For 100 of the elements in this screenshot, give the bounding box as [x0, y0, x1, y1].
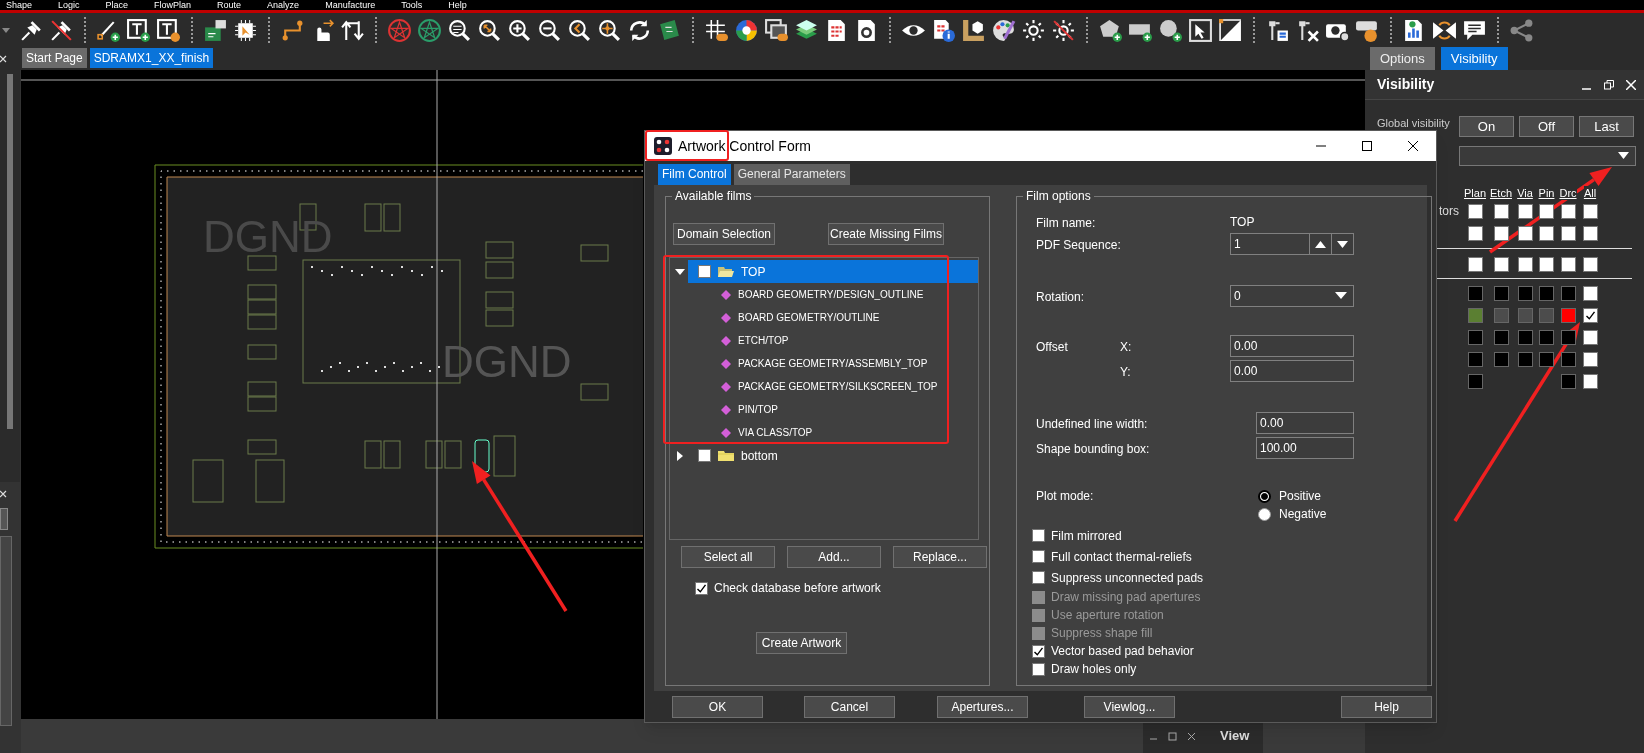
- share-icon[interactable]: [1509, 17, 1534, 43]
- input-field[interactable]: 0.00: [1230, 335, 1354, 357]
- ruler-cube-icon[interactable]: [961, 17, 986, 43]
- checkbox[interactable]: [1032, 644, 1045, 658]
- color-swatch[interactable]: [1493, 307, 1509, 323]
- button[interactable]: Domain Selection: [673, 223, 775, 245]
- button[interactable]: Create Artwork: [756, 632, 847, 654]
- checkbox[interactable]: [1467, 225, 1483, 241]
- button[interactable]: Create Missing Films: [828, 223, 944, 245]
- tree-item[interactable]: bottom: [688, 444, 978, 467]
- sun-icon[interactable]: [1021, 17, 1046, 43]
- checkbox[interactable]: [1582, 225, 1598, 241]
- color-wheel-icon[interactable]: [734, 17, 759, 43]
- button[interactable]: Apertures...: [937, 696, 1028, 718]
- board-chip-icon[interactable]: [203, 17, 228, 43]
- tree-item[interactable]: PACKAGE GEOMETRY/SILKSCREEN_TOP: [670, 375, 978, 398]
- menu-item[interactable]: Shape: [6, 0, 33, 10]
- dropdown[interactable]: [1459, 146, 1636, 166]
- checkbox[interactable]: [1493, 203, 1509, 219]
- menu-item[interactable]: FlowPlan: [154, 0, 192, 10]
- color-swatch[interactable]: [1467, 329, 1483, 345]
- color-swatch[interactable]: [1493, 329, 1509, 345]
- color-swatch[interactable]: [1539, 351, 1554, 367]
- checkbox[interactable]: [1032, 550, 1045, 563]
- checkbox[interactable]: [1467, 203, 1483, 219]
- color-swatch[interactable]: [1560, 307, 1576, 323]
- color-swatch[interactable]: [1493, 285, 1509, 301]
- button[interactable]: Last: [1579, 116, 1634, 137]
- color-swatch[interactable]: [1493, 351, 1509, 367]
- color-swatch[interactable]: [1517, 329, 1533, 345]
- button[interactable]: Select all: [681, 546, 775, 568]
- checkbox[interactable]: [1539, 225, 1554, 241]
- circle-add-icon[interactable]: [1158, 17, 1183, 43]
- button[interactable]: Replace...: [893, 546, 987, 568]
- board-icon[interactable]: [657, 17, 682, 43]
- zoom-out-icon[interactable]: [537, 17, 562, 43]
- color-swatch[interactable]: [1539, 307, 1554, 323]
- color-swatch[interactable]: [1560, 373, 1576, 389]
- checkbox[interactable]: [1539, 203, 1554, 219]
- checkbox[interactable]: [698, 265, 711, 278]
- checkbox[interactable]: [1582, 329, 1598, 345]
- menu-item[interactable]: Manufacture: [325, 0, 376, 10]
- cursor-box-icon[interactable]: [1188, 17, 1213, 43]
- color-swatch[interactable]: [1517, 351, 1533, 367]
- color-swatch[interactable]: [1467, 351, 1483, 367]
- star-circle-icon[interactable]: [387, 17, 412, 43]
- star-circle-icon[interactable]: [417, 17, 442, 43]
- checkbox[interactable]: [1493, 256, 1509, 272]
- tree-item[interactable]: BOARD GEOMETRY/OUTLINE: [670, 306, 978, 329]
- tab[interactable]: General Parameters: [733, 164, 850, 185]
- checkbox[interactable]: [1582, 203, 1598, 219]
- palette-icon[interactable]: [991, 17, 1016, 43]
- tab[interactable]: Options: [1370, 47, 1435, 70]
- checkbox[interactable]: [1560, 225, 1576, 241]
- color-swatch[interactable]: [1539, 329, 1554, 345]
- zoom-previous-icon[interactable]: [567, 17, 592, 43]
- restore-icon[interactable]: [1604, 79, 1614, 90]
- tree-item[interactable]: PACKAGE GEOMETRY/ASSEMBLY_TOP: [670, 352, 978, 375]
- tab[interactable]: Visibility: [1440, 47, 1508, 70]
- checkbox[interactable]: [1582, 285, 1598, 301]
- color-swatch[interactable]: [1560, 285, 1576, 301]
- zoom-in-icon[interactable]: [507, 17, 532, 43]
- color-swatch[interactable]: [1560, 351, 1576, 367]
- tab[interactable]: Start Page: [22, 48, 87, 68]
- button[interactable]: Cancel: [804, 696, 895, 718]
- text-edit-icon[interactable]: [156, 17, 181, 43]
- checkbox[interactable]: [1517, 203, 1533, 219]
- grid-icon[interactable]: [704, 17, 729, 43]
- menu-item[interactable]: Route: [217, 0, 242, 10]
- checkbox[interactable]: [1560, 256, 1576, 272]
- menu-item[interactable]: Help: [448, 0, 467, 10]
- scrollbar[interactable]: [7, 74, 13, 429]
- button[interactable]: On: [1459, 116, 1514, 137]
- menu-item[interactable]: Logic: [58, 0, 80, 10]
- checkbox[interactable]: [1582, 307, 1598, 323]
- spin-field[interactable]: 1: [1230, 233, 1354, 255]
- checkbox[interactable]: [1517, 256, 1533, 272]
- checkbox[interactable]: [1493, 225, 1509, 241]
- caret-icon[interactable]: [2, 26, 10, 34]
- close-icon[interactable]: [1187, 731, 1196, 741]
- zoom-center-icon[interactable]: [597, 17, 622, 43]
- color-swatch[interactable]: [1539, 285, 1554, 301]
- radio-button[interactable]: [1258, 507, 1271, 521]
- checkbox[interactable]: [1582, 256, 1598, 272]
- pentagon-add-icon[interactable]: [1098, 17, 1123, 43]
- checkbox[interactable]: [1539, 256, 1554, 272]
- tree-item[interactable]: PIN/TOP: [670, 398, 978, 421]
- checkbox[interactable]: [695, 581, 708, 595]
- checkbox[interactable]: [1032, 529, 1045, 542]
- color-swatch[interactable]: [1517, 307, 1533, 323]
- zoom-fit-icon[interactable]: [477, 17, 502, 43]
- tab[interactable]: Film Control: [658, 164, 731, 185]
- checkbox[interactable]: [1582, 373, 1598, 389]
- magnifier-lines-icon[interactable]: [447, 17, 472, 43]
- tab[interactable]: SDRAMX1_XX_finish: [89, 48, 214, 68]
- button[interactable]: Add...: [787, 546, 881, 568]
- refresh-icon[interactable]: [627, 17, 652, 43]
- diagonal-square-icon[interactable]: [1218, 17, 1243, 43]
- color-swatch[interactable]: [1517, 285, 1533, 301]
- tree-item[interactable]: ETCH/TOP: [670, 329, 978, 352]
